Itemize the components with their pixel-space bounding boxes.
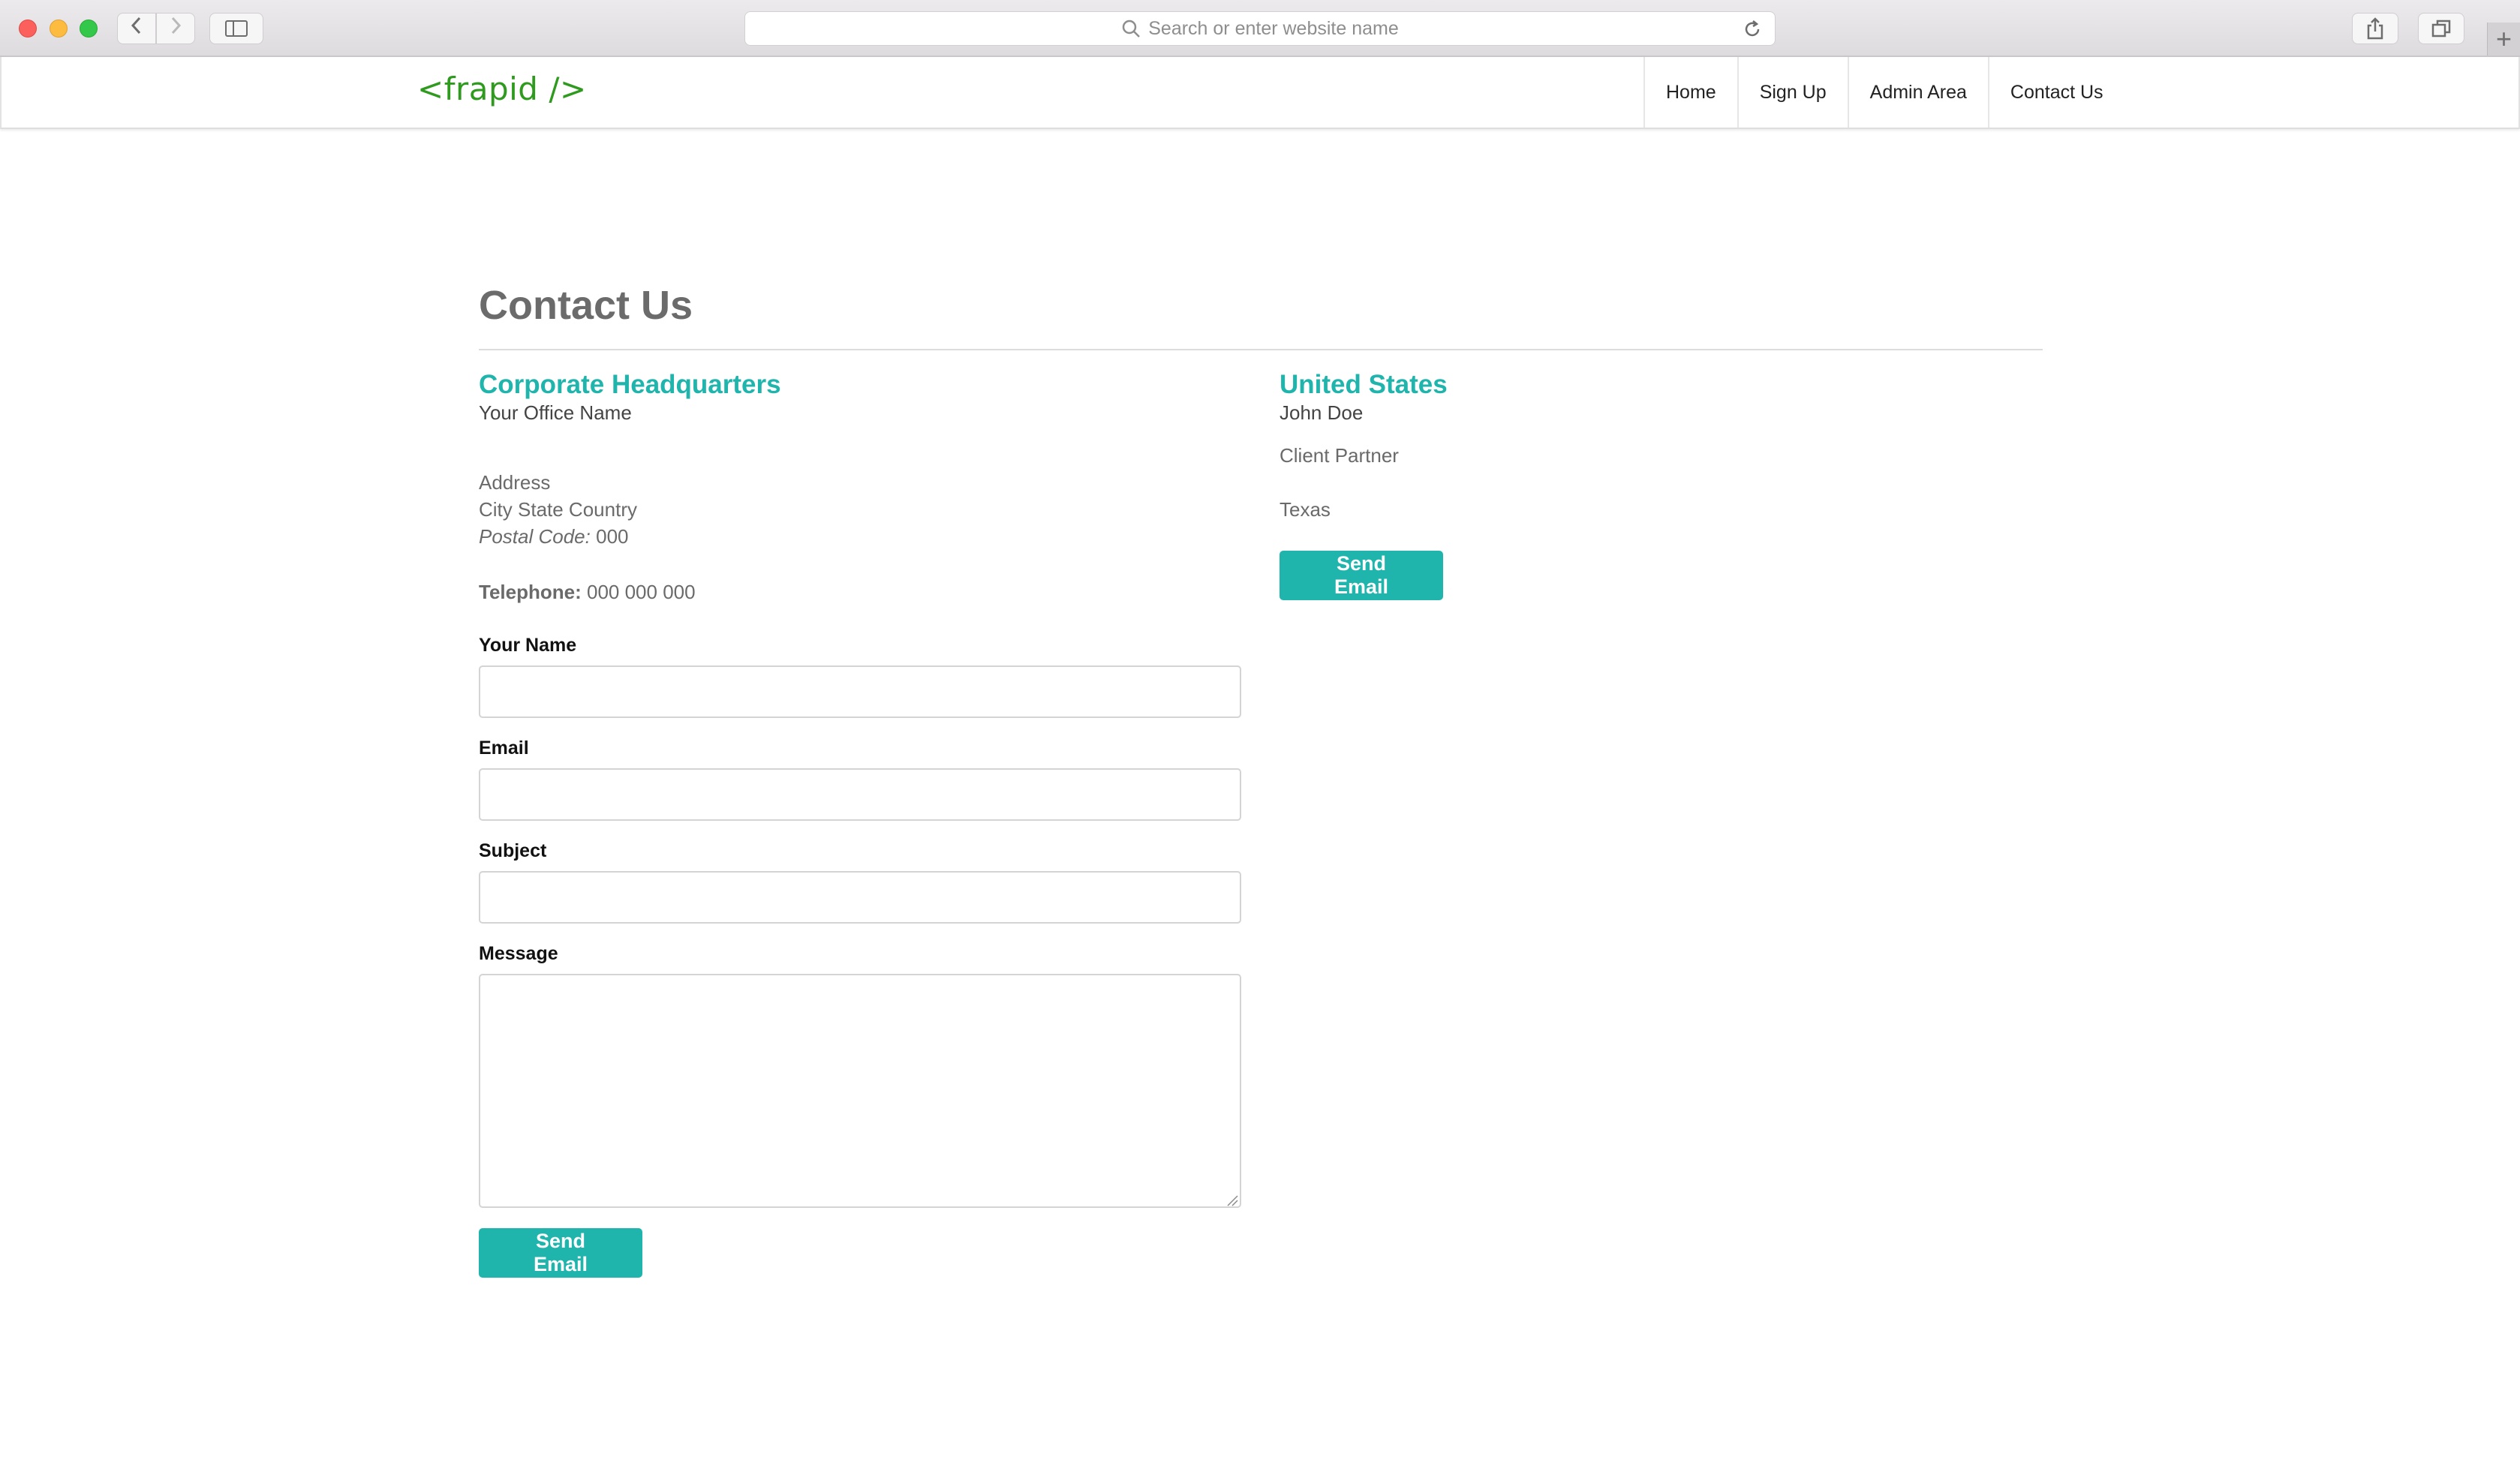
name-field[interactable] [479,665,1241,718]
browser-toolbar: Search or enter website name + [0,0,2520,57]
back-button[interactable] [117,13,156,44]
show-tabs-button[interactable] [2418,13,2464,44]
forward-button[interactable] [156,13,195,44]
contact-location: Texas [1280,498,1331,521]
email-label: Email [479,738,529,759]
plus-icon: + [2495,23,2512,54]
sidebar-icon [225,20,248,37]
address-placeholder: Search or enter website name [1148,17,1399,39]
contact-name: John Doe [1280,401,1364,424]
message-field[interactable] [479,974,1241,1208]
nav-item-sign-up[interactable]: Sign Up [1737,57,1848,128]
brand-logo[interactable]: <frapid /> [417,71,587,107]
zoom-window-button[interactable] [80,20,98,38]
name-label: Your Name [479,635,577,656]
title-divider [479,349,2043,350]
contact-send-email-button[interactable]: Send Email [1280,551,1443,600]
nav-item-admin-area[interactable]: Admin Area [1847,57,1988,128]
subject-label: Subject [479,840,547,861]
email-field[interactable] [479,768,1241,821]
office-name: Your Office Name [479,401,632,424]
site-navbar: <frapid /> Home Sign Up Admin Area Conta… [0,57,2520,129]
share-button[interactable] [2352,13,2398,44]
telephone-label: Telephone: [479,581,582,603]
nav-item-contact-us[interactable]: Contact Us [1987,57,2125,128]
reload-icon[interactable] [1742,19,1763,40]
address-line: Address [479,471,551,494]
page-title: Contact Us [479,283,693,328]
subject-field[interactable] [479,871,1241,924]
telephone: Telephone: 000 000 000 [479,581,696,604]
send-email-button[interactable]: Send Email [479,1228,642,1278]
resize-handle-icon[interactable] [1226,1194,1238,1206]
city-line: City State Country [479,498,637,521]
search-icon [1122,20,1141,38]
headquarters-heading: Corporate Headquarters [479,370,781,399]
contact-role: Client Partner [1280,444,1399,467]
nav-menu: Home Sign Up Admin Area Contact Us [1643,57,2125,128]
postal-code: Postal Code: 000 [479,525,629,548]
close-window-button[interactable] [19,20,37,38]
tabs-overview-icon [2431,20,2451,38]
chevron-left-icon [129,16,144,41]
telephone-value: 000 000 000 [586,581,696,603]
chevron-right-icon [168,16,183,41]
sidebar-toggle-button[interactable] [209,13,263,44]
postal-code-label: Postal Code: [479,525,591,548]
message-label: Message [479,943,558,964]
share-icon [2367,17,2383,40]
nav-item-home[interactable]: Home [1643,57,1737,128]
minimize-window-button[interactable] [50,20,68,38]
region-heading: United States [1280,370,1448,399]
postal-code-value: 000 [596,525,629,548]
new-tab-button[interactable]: + [2487,23,2520,56]
address-bar[interactable]: Search or enter website name [744,11,1776,46]
